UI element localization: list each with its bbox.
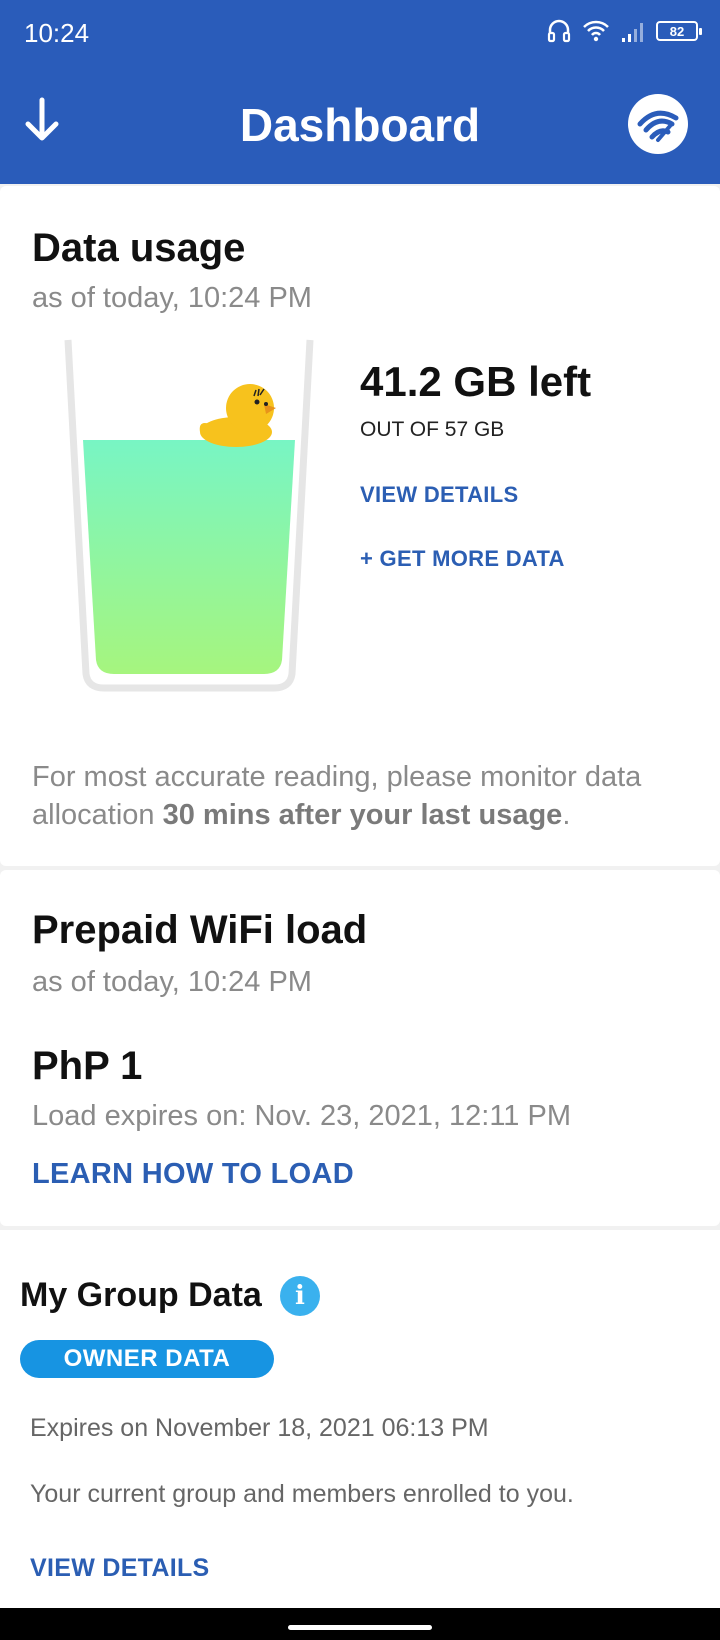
learn-how-to-load-link[interactable]: LEARN HOW TO LOAD xyxy=(32,1158,354,1191)
duck-icon xyxy=(199,384,276,447)
accuracy-note: For most accurate reading, please monito… xyxy=(32,758,692,834)
battery-icon: 82 xyxy=(656,21,702,41)
data-glass-illustration xyxy=(64,339,314,692)
data-usage-card: Data usage as of today, 10:24 PM 41.2 GB… xyxy=(0,186,720,866)
group-expiry: Expires on November 18, 2021 06:13 PM xyxy=(30,1414,489,1442)
data-usage-title: Data usage xyxy=(32,226,246,270)
group-data-section: My Group Data i OWNER DATA Expires on No… xyxy=(0,1230,720,1608)
prepaid-title: Prepaid WiFi load xyxy=(32,908,368,952)
wifi-logo-button[interactable] xyxy=(628,94,688,154)
info-icon[interactable]: i xyxy=(280,1276,320,1316)
group-description: Your current group and members enrolled … xyxy=(30,1480,574,1508)
load-expiry: Load expires on: Nov. 23, 2021, 12:11 PM xyxy=(32,1100,571,1132)
signal-icon xyxy=(622,23,643,42)
note-emphasis: 30 mins after your last usage xyxy=(162,799,563,831)
group-view-details-link[interactable]: VIEW DETAILS xyxy=(30,1554,210,1583)
owner-data-badge: OWNER DATA xyxy=(20,1340,274,1378)
prepaid-load-card: Prepaid WiFi load as of today, 10:24 PM … xyxy=(0,870,720,1226)
data-water-level xyxy=(83,440,295,674)
status-icons: 82 xyxy=(546,18,702,44)
system-nav-bar xyxy=(0,1608,720,1640)
get-more-data-link[interactable]: + GET MORE DATA xyxy=(360,546,565,572)
home-gesture-handle[interactable] xyxy=(288,1625,432,1630)
data-usage-timestamp: as of today, 10:24 PM xyxy=(32,282,312,314)
group-data-title: My Group Data xyxy=(20,1276,262,1314)
headphones-icon xyxy=(547,19,571,43)
prepaid-timestamp: as of today, 10:24 PM xyxy=(32,966,312,998)
status-time: 10:24 xyxy=(24,18,90,48)
view-details-link[interactable]: VIEW DETAILS xyxy=(360,482,518,508)
app-header: 10:24 82 Dashboard xyxy=(0,0,720,184)
note-suffix: . xyxy=(562,799,571,831)
wifi-status-icon xyxy=(583,20,609,42)
page-title: Dashboard xyxy=(239,99,481,151)
wifi-brand-icon xyxy=(637,110,679,142)
data-total: OUT OF 57 GB xyxy=(360,418,505,441)
data-remaining: 41.2 GB left xyxy=(360,358,592,405)
prepaid-amount: PhP 1 xyxy=(32,1044,143,1088)
